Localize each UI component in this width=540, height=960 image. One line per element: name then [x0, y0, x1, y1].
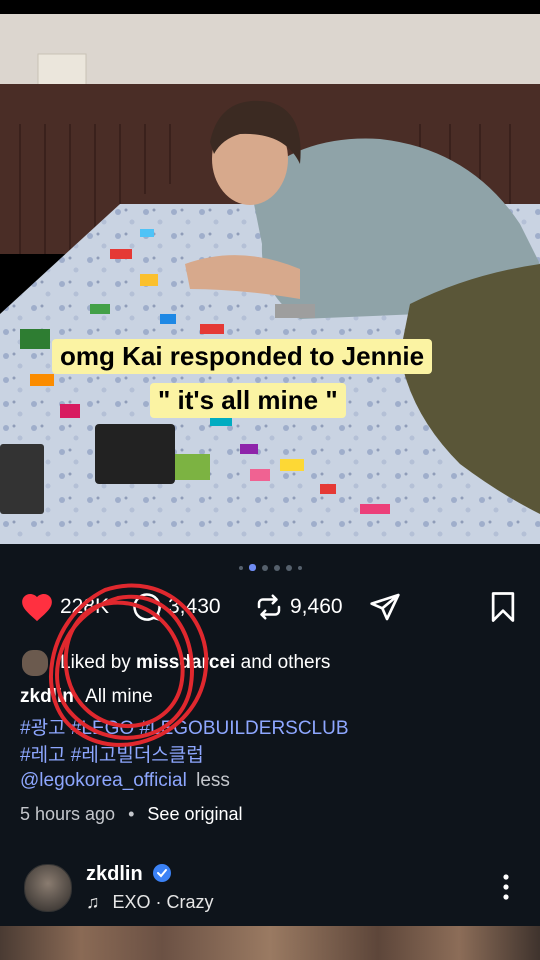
like-count: 228K [60, 595, 110, 618]
more-options-button[interactable] [494, 872, 518, 902]
carousel-dot [297, 565, 302, 570]
liked-by-avatar [20, 648, 50, 678]
see-original-link[interactable]: See original [147, 804, 242, 824]
top-bar [0, 0, 540, 14]
carousel-dot [273, 564, 280, 571]
mention-link[interactable]: @legokorea_official [20, 770, 187, 791]
repost-button[interactable]: 9,460 [254, 589, 343, 625]
next-post-preview[interactable] [0, 926, 540, 960]
music-track: EXO · Crazy [112, 892, 214, 912]
caption-row: zkdlin All mine [20, 686, 153, 708]
like-button[interactable]: 228K [20, 589, 109, 625]
liked-by-suffix: and others [235, 652, 331, 673]
repost-count: 9,460 [290, 595, 343, 618]
hashtags-line1[interactable]: #광고 #LEGO #LEGOBUILDERSCLUB [20, 713, 349, 740]
comment-count: 3,430 [168, 595, 221, 618]
share-button[interactable] [368, 589, 408, 625]
meta-separator: • [128, 804, 135, 824]
liked-by-prefix: Liked by [60, 652, 137, 673]
heart-icon [22, 593, 52, 622]
hashtags-line2[interactable]: #레고 #레고빌더스클럽 [20, 740, 204, 767]
bookmark-icon [491, 592, 515, 622]
carousel-dot [238, 565, 243, 570]
more-vertical-icon [503, 874, 509, 900]
photo-illustration [0, 14, 540, 544]
music-row[interactable]: ♫ EXO · Crazy [86, 892, 214, 913]
caption-overlay-line2: " it's all mine " [150, 383, 346, 418]
less-link[interactable]: less [196, 770, 230, 791]
liked-by-row[interactable]: Liked by missdarcei and others [20, 648, 330, 678]
music-note-icon: ♫ [86, 892, 100, 912]
repost-icon [257, 594, 281, 620]
carousel-dot [285, 564, 292, 571]
caption-username[interactable]: zkdlin [20, 686, 74, 707]
meta-row: 5 hours ago • See original [20, 804, 242, 825]
author-name[interactable]: zkdlin [86, 863, 143, 885]
comment-icon [133, 593, 161, 621]
author-avatar[interactable] [24, 864, 72, 912]
send-icon [370, 593, 400, 621]
author-name-row[interactable]: zkdlin [86, 863, 172, 886]
carousel-indicator [0, 564, 540, 571]
comment-button[interactable]: 3,430 [132, 589, 221, 625]
post-time: 5 hours ago [20, 804, 116, 824]
mention-row: @legokorea_official less [20, 770, 230, 792]
post-photo[interactable]: omg Kai responded to Jennie " it's all m… [0, 14, 540, 544]
carousel-dot [261, 564, 268, 571]
verified-icon [153, 864, 172, 882]
carousel-dot-active [248, 564, 256, 571]
caption-overlay-line1: omg Kai responded to Jennie [52, 339, 433, 374]
caption-text: All mine [85, 686, 153, 707]
liked-by-user[interactable]: missdarcei [136, 652, 235, 674]
save-button[interactable] [488, 589, 524, 625]
author-bar: zkdlin ♫ EXO · Crazy [0, 848, 540, 926]
